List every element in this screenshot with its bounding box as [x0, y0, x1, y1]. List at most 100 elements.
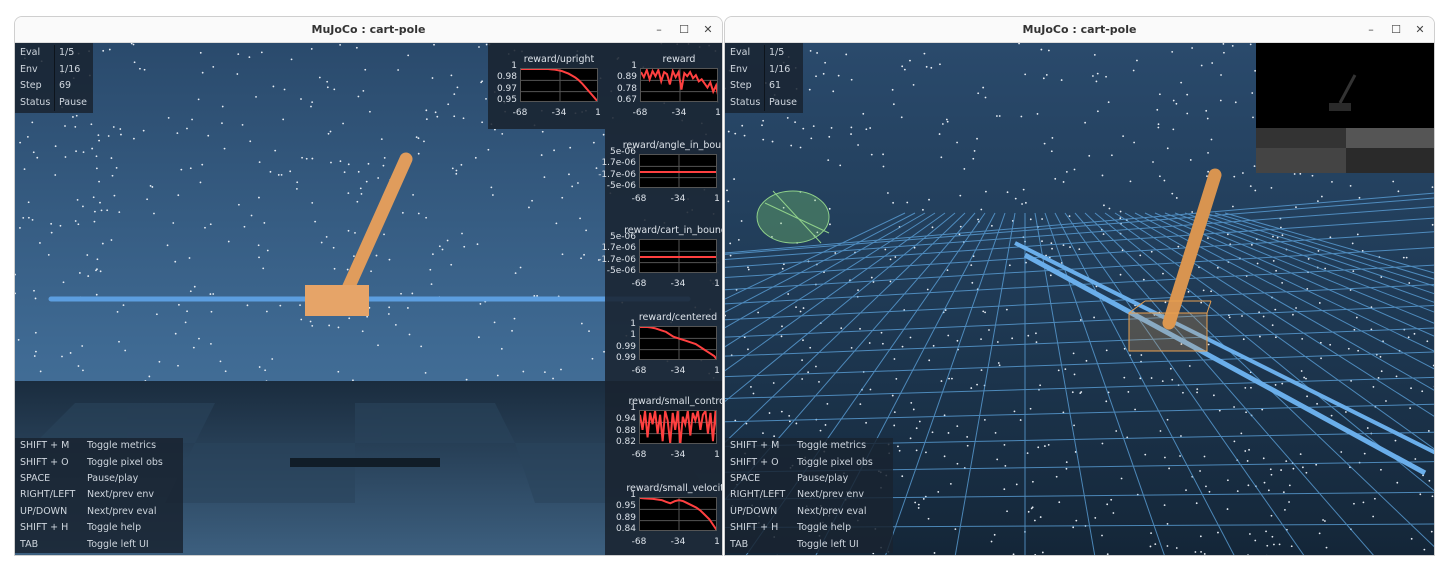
star [1249, 43, 1252, 46]
minimize-button[interactable]: – [648, 17, 670, 43]
star [1102, 233, 1105, 236]
y-tick-label: -1.7e-06 [598, 254, 636, 265]
star [1252, 116, 1254, 119]
y-tick-label: 0.95 [615, 501, 636, 512]
star [1142, 278, 1145, 281]
cart [305, 285, 369, 316]
star [786, 117, 789, 119]
status-row: Step 61 [725, 78, 803, 95]
star [762, 432, 764, 435]
star [1085, 359, 1088, 362]
star [1394, 439, 1397, 442]
star [727, 130, 730, 133]
star [1072, 352, 1075, 355]
status-value: 1/5 [59, 47, 75, 58]
star [1005, 308, 1008, 311]
star [963, 168, 966, 170]
star [339, 160, 342, 163]
help-row: RIGHT/LEFT Next/prev env [15, 487, 183, 503]
close-button[interactable]: ✕ [697, 17, 719, 43]
star [1330, 414, 1333, 417]
star [348, 317, 351, 320]
help-row: SPACE Pause/play [15, 471, 183, 487]
y-tick-label: 0.89 [616, 72, 637, 83]
star [158, 360, 161, 363]
star [282, 118, 285, 121]
star [1101, 442, 1104, 445]
star [1274, 336, 1277, 339]
star [132, 43, 135, 46]
star [889, 258, 892, 261]
star [850, 133, 852, 135]
viewport-3d[interactable]: Eval 1/5 Env 1/16 Step 61 Status Pause SHIFT + … [725, 43, 1434, 555]
star [1105, 75, 1107, 78]
star [23, 168, 26, 171]
shortcut-key: UP/DOWN [20, 505, 68, 517]
star [1058, 501, 1061, 504]
star [931, 431, 934, 434]
grid-line [725, 192, 1434, 254]
star [1200, 64, 1203, 67]
star [1324, 520, 1326, 522]
star [994, 431, 997, 434]
star [15, 273, 16, 276]
viewport-3d[interactable]: Eval 1/5 Env 1/16 Step 69 Status Pause SHIFT + … [15, 43, 722, 555]
star [407, 54, 410, 57]
star [1292, 467, 1295, 470]
minimize-button[interactable]: – [1360, 17, 1382, 43]
maximize-button[interactable]: ☐ [673, 17, 695, 43]
star [947, 432, 950, 434]
star [1043, 142, 1046, 145]
star [95, 167, 98, 170]
star [1410, 537, 1413, 540]
star [1430, 530, 1433, 533]
close-button[interactable]: ✕ [1409, 17, 1431, 43]
star [807, 371, 810, 374]
star [809, 346, 812, 349]
chart-plot-area [639, 154, 717, 188]
star [536, 294, 539, 297]
star [455, 172, 458, 175]
star [283, 88, 286, 91]
star [1271, 535, 1274, 538]
star [511, 329, 513, 332]
star [290, 58, 293, 61]
star [465, 378, 468, 381]
star [210, 343, 212, 345]
star [192, 346, 195, 349]
star [830, 127, 833, 129]
star [99, 201, 101, 204]
star [1427, 430, 1430, 432]
star [733, 178, 736, 180]
star [1293, 173, 1296, 175]
star [1244, 386, 1247, 389]
star [729, 242, 732, 245]
star [988, 329, 990, 331]
star [62, 281, 65, 284]
star [850, 126, 853, 129]
star [1274, 384, 1277, 386]
star [1037, 446, 1040, 449]
star [318, 76, 321, 79]
star [1303, 376, 1306, 379]
star [1069, 246, 1071, 249]
shortcut-action: Toggle metrics [797, 440, 867, 452]
star [438, 245, 441, 248]
star [1041, 218, 1043, 220]
shortcut-action: Toggle help [797, 522, 852, 534]
mujoco-window-right: MuJoCo : cart-pole – ☐ ✕ Eval 1/5 Env 1/16 S… [724, 16, 1435, 556]
star [271, 358, 274, 360]
star [869, 388, 872, 391]
star [837, 74, 840, 77]
star [1095, 80, 1098, 83]
star [928, 359, 931, 362]
star [76, 199, 79, 201]
shortcut-key: SHIFT + M [730, 440, 780, 452]
star [771, 140, 774, 143]
maximize-button[interactable]: ☐ [1385, 17, 1407, 43]
star [451, 167, 454, 170]
star [120, 133, 122, 136]
star [1234, 101, 1237, 104]
star [387, 313, 390, 315]
star [1011, 337, 1014, 340]
